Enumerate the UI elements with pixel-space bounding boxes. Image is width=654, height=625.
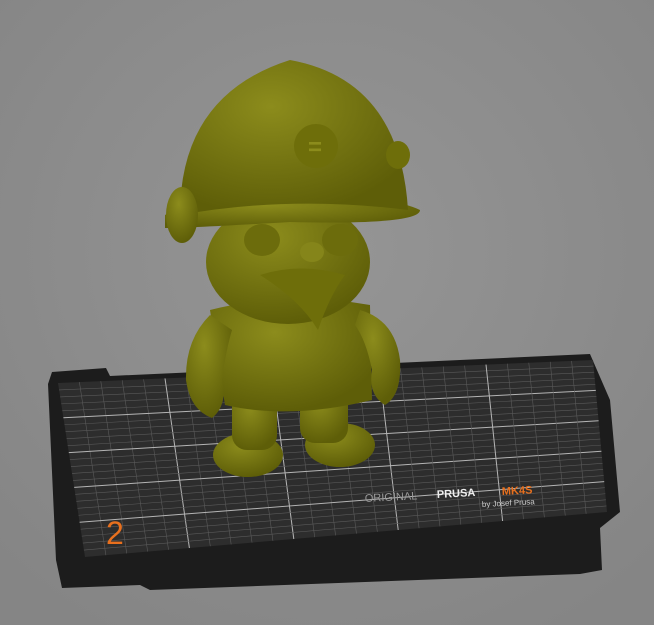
right-eye bbox=[322, 224, 358, 256]
badge-symbol-icon: = bbox=[308, 134, 322, 161]
3d-viewport[interactable]: ORIGINAL PRUSA MK4S by Josef Prusa 2 = bbox=[0, 0, 654, 625]
left-ear-cap bbox=[166, 187, 198, 243]
helmet-side-button bbox=[386, 141, 410, 169]
nose bbox=[300, 242, 324, 262]
bed-brand: PRUSA bbox=[437, 487, 476, 501]
left-eye bbox=[244, 224, 280, 256]
plate-number: 2 bbox=[106, 515, 124, 551]
bed-model: MK4S bbox=[502, 484, 533, 498]
